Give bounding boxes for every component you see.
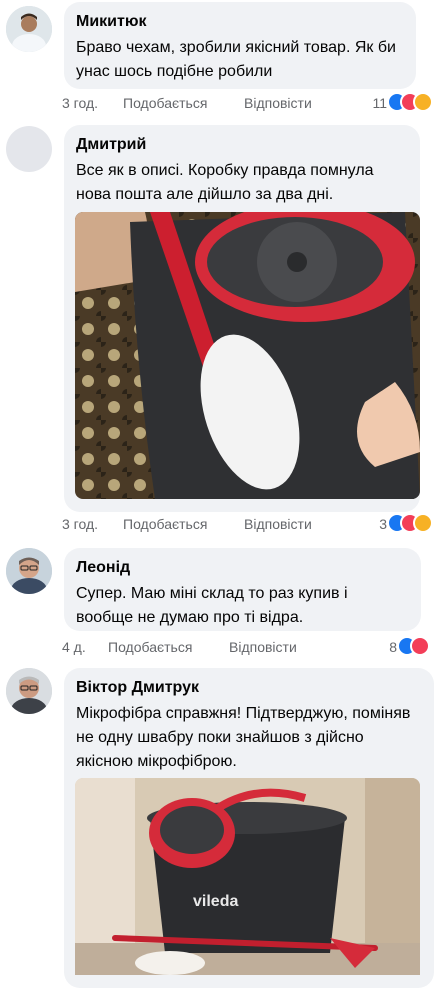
love-icon — [410, 636, 430, 656]
avatar[interactable] — [6, 668, 52, 714]
comment-1: Микитюк Браво чехам, зробили якісний тов… — [0, 0, 443, 115]
like-button[interactable]: Подобається — [123, 514, 207, 534]
comment-actions: 3 год. Подобається Відповісти 3 — [0, 513, 443, 534]
comment-author[interactable]: Микитюк — [76, 12, 404, 32]
reply-button[interactable]: Відповісти — [229, 637, 297, 657]
comment-3: Леонід Супер. Маю міні склад то раз купи… — [0, 540, 443, 660]
comment-bubble: Микитюк Браво чехам, зробили якісний тов… — [64, 2, 416, 89]
avatar[interactable] — [6, 6, 52, 52]
like-button[interactable]: Подобається — [108, 637, 192, 657]
comment-text: Супер. Маю міні склад то раз купив і воо… — [76, 585, 348, 626]
reaction-icons[interactable] — [387, 92, 433, 112]
reaction-count[interactable]: 3 — [379, 514, 387, 534]
comment-actions: 3 год. Подобається Відповісти 11 — [0, 92, 443, 113]
haha-icon — [413, 92, 433, 112]
reaction-icons[interactable] — [397, 636, 431, 656]
comment-text: Мікрофібра справжня! Підтверджую, поміня… — [76, 705, 411, 770]
comment-4: Віктор Дмитрук Мікрофібра справжня! Підт… — [0, 660, 443, 988]
reaction-icons[interactable] — [387, 513, 433, 533]
comment-author[interactable]: Віктор Дмитрук — [76, 678, 422, 698]
comment-bubble: Леонід Супер. Маю міні склад то раз купи… — [64, 548, 421, 631]
haha-icon — [413, 513, 433, 533]
comment-2: Дмитрий Все як в описі. Коробку правда п… — [0, 120, 443, 540]
like-button[interactable]: Подобається — [123, 93, 207, 113]
reply-button[interactable]: Відповісти — [244, 93, 312, 113]
comment-text: Браво чехам, зробили якісний товар. Як б… — [76, 39, 396, 80]
avatar[interactable] — [6, 126, 52, 172]
comment-actions: 4 д. Подобається Відповісти 8 — [0, 636, 443, 657]
comment-photo[interactable] — [75, 212, 420, 499]
reaction-count[interactable]: 8 — [389, 637, 397, 657]
vileda-logo: vileda — [193, 893, 238, 910]
comment-time[interactable]: 3 год. — [62, 514, 98, 534]
comment-text: Все як в описі. Коробку правда помнула н… — [76, 162, 374, 203]
comment-author[interactable]: Дмитрий — [76, 135, 408, 155]
comment-time[interactable]: 3 год. — [62, 93, 98, 113]
comment-time[interactable]: 4 д. — [62, 637, 86, 657]
avatar[interactable] — [6, 548, 52, 594]
reaction-count[interactable]: 11 — [372, 93, 387, 113]
comment-photo[interactable]: vileda — [75, 778, 420, 975]
comment-author[interactable]: Леонід — [76, 558, 409, 578]
reply-button[interactable]: Відповісти — [244, 514, 312, 534]
